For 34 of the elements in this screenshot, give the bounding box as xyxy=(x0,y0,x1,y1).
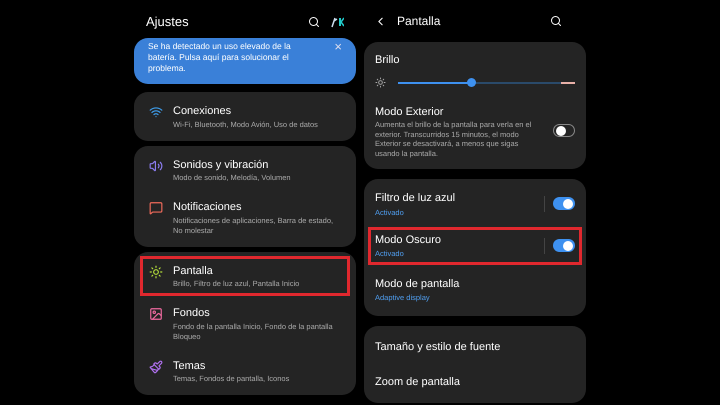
item-title: Zoom de pantalla xyxy=(375,374,461,390)
spark-icon[interactable] xyxy=(330,16,344,28)
item-title: Filtro de luz azul xyxy=(375,191,456,206)
item-title: Pantalla xyxy=(173,264,214,278)
settings-item[interactable]: Zoom de pantalla xyxy=(368,366,582,398)
battery-alert-banner[interactable]: Se ha detectado un uso elevado de la batería. Pulsa aquí para solucionar el problema. × xyxy=(134,38,356,84)
wifi-icon xyxy=(149,105,163,119)
item-title: Tamaño y estilo de fuente xyxy=(375,340,502,356)
settings-item[interactable]: Tamaño y estilo de fuente xyxy=(368,332,582,363)
speaker-icon xyxy=(149,158,163,172)
item-title: Modo Exterior xyxy=(375,104,444,120)
toggle-switch[interactable] xyxy=(553,124,575,138)
item-title: Modo de pantalla xyxy=(375,276,460,292)
search-icon[interactable] xyxy=(308,16,320,28)
banner-text: Se ha detectado un uso elevado de la batería. Pulsa aquí para solucionar el problema. xyxy=(148,41,292,74)
toggle-switch[interactable] xyxy=(553,197,575,210)
brightness-slider[interactable] xyxy=(398,76,575,88)
sun-icon xyxy=(149,264,163,278)
brush-icon xyxy=(149,360,163,374)
item-title: Modo Oscuro xyxy=(375,232,442,248)
item-title: Fondos xyxy=(173,306,211,321)
brightness-icon xyxy=(375,77,386,88)
search-icon[interactable] xyxy=(550,15,562,27)
page-title: Ajustes xyxy=(146,13,190,32)
item-title: Sonidos y vibración xyxy=(173,158,270,172)
page-title: Pantalla xyxy=(397,13,442,30)
slider-thumb[interactable] xyxy=(467,78,476,87)
message-icon xyxy=(149,201,163,215)
item-title: Conexiones xyxy=(173,104,232,119)
item-title: Notificaciones xyxy=(173,200,242,215)
picture-icon xyxy=(149,307,163,321)
toggle-switch[interactable] xyxy=(553,239,575,252)
item-title: Brillo xyxy=(375,53,400,68)
item-title: Temas xyxy=(173,358,206,374)
